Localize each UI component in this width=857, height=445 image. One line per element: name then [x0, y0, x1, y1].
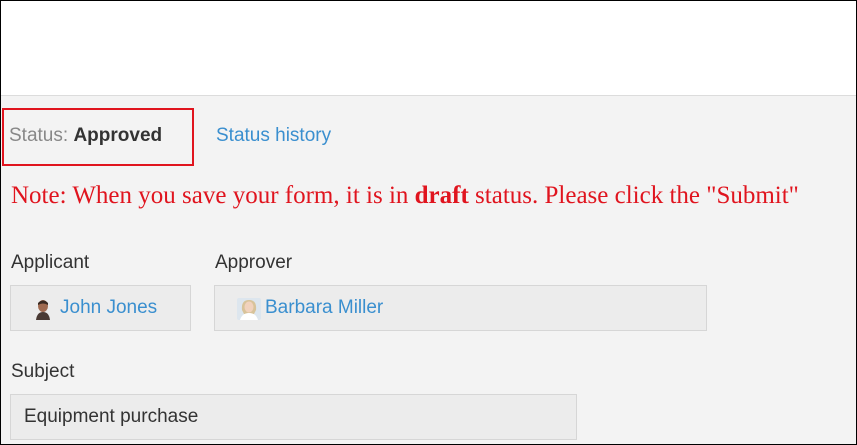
subject-field: Equipment purchase	[10, 394, 577, 440]
female-user-avatar-icon	[237, 298, 261, 320]
screenshot-frame: Status: Approved Status history Note: Wh…	[0, 0, 857, 445]
note-text-after: status. Please click the "Submit"	[468, 182, 799, 209]
note-emphasis: draft	[414, 182, 469, 209]
applicant-name-link[interactable]: John Jones	[60, 297, 157, 319]
status-label: Status:	[9, 125, 69, 146]
approver-label: Approver	[215, 252, 293, 273]
approver-field: Barbara Miller	[214, 285, 707, 331]
applicant-field: John Jones	[10, 285, 191, 331]
note-text-before: Note: When you save your form, it is in	[11, 182, 415, 209]
status-indicator: Status: Approved	[9, 125, 162, 147]
male-user-avatar-icon	[33, 298, 53, 320]
approver-name-link[interactable]: Barbara Miller	[265, 297, 383, 319]
header-area	[1, 1, 856, 96]
form-content: Status: Approved Status history Note: Wh…	[1, 96, 856, 444]
applicant-label: Applicant	[11, 252, 90, 273]
status-row: Status: Approved Status history	[1, 108, 856, 170]
status-value: Approved	[73, 125, 163, 146]
draft-note: Note: When you save your form, it is in …	[11, 182, 799, 210]
subject-label: Subject	[11, 361, 75, 382]
status-history-link[interactable]: Status history	[216, 125, 331, 147]
subject-value: Equipment purchase	[24, 406, 199, 427]
